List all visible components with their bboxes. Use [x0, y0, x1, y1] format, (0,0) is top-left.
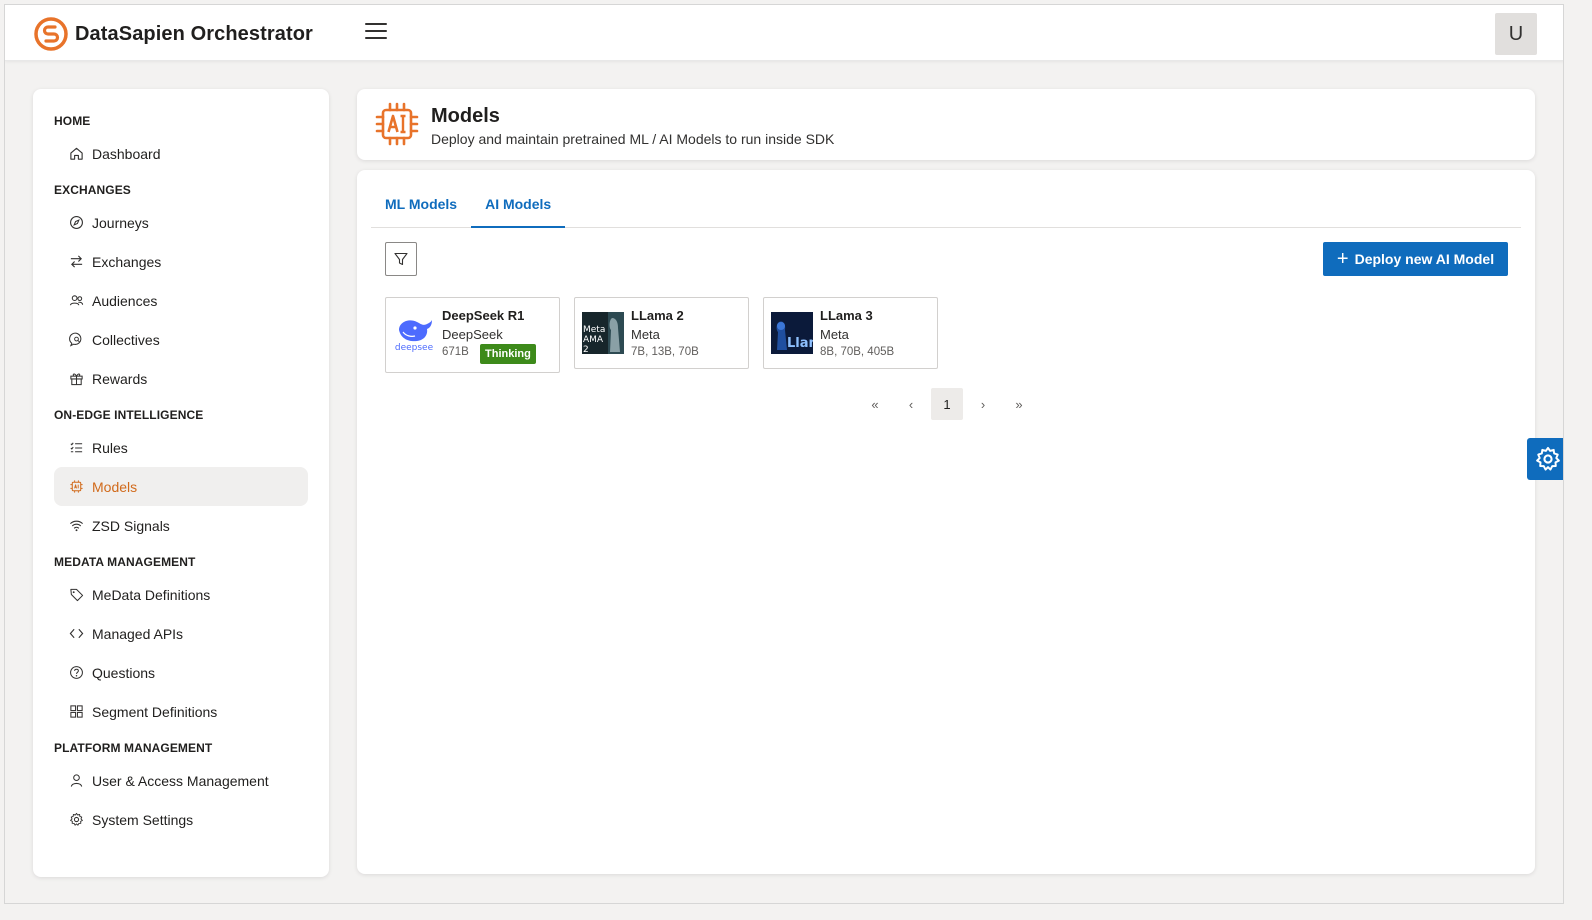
model-vendor: Meta	[820, 327, 849, 342]
sidebar-item-user-access-management[interactable]: User & Access Management	[54, 761, 308, 800]
avatar[interactable]: U	[1495, 13, 1537, 55]
page-header: Models Deploy and maintain pretrained ML…	[357, 89, 1535, 160]
sidebar-item-rules[interactable]: Rules	[54, 428, 308, 467]
tag-icon	[68, 587, 84, 603]
sidebar-section-on-edge-intelligence: ON-EDGE INTELLIGENCE	[54, 408, 204, 422]
chip-icon	[68, 479, 84, 495]
brand[interactable]: DataSapien Orchestrator	[33, 16, 313, 52]
sidebar-item-label: System Settings	[92, 811, 194, 828]
arrows-swap-icon	[68, 254, 84, 270]
sidebar-item-label: Journeys	[92, 214, 149, 231]
page-number-button[interactable]: 1	[931, 388, 963, 420]
sidebar-item-medata-definitions[interactable]: MeData Definitions	[54, 575, 308, 614]
sidebar-item-label: Models	[92, 478, 138, 495]
deploy-button-label: Deploy new AI Model	[1354, 251, 1495, 267]
model-name: DeepSeek R1	[442, 308, 525, 323]
models-panel: ML Models AI Models + Deploy new AI Mode…	[357, 170, 1535, 874]
floating-settings-button[interactable]	[1527, 438, 1563, 480]
sidebar-section-platform-management: PLATFORM MANAGEMENT	[54, 741, 213, 755]
sidebar: HOME Dashboard EXCHANGES Journeys Exchan…	[33, 89, 329, 877]
llama-3-thumbnail: Llam	[771, 312, 813, 354]
llama-3-thumb-text: Llam	[787, 336, 813, 351]
app-window: DataSapien Orchestrator U HOME Dashboard…	[4, 4, 1564, 904]
sidebar-item-label: Rewards	[92, 370, 148, 387]
last-page-button[interactable]: »	[1003, 388, 1035, 420]
sidebar-item-label: ZSD Signals	[92, 517, 170, 534]
sidebar-item-system-settings[interactable]: System Settings	[54, 800, 308, 839]
sidebar-item-label: Audiences	[92, 292, 158, 309]
model-sizes: 7B, 13B, 70B	[631, 346, 699, 358]
sidebar-item-label: Collectives	[92, 331, 160, 348]
sidebar-item-label: Rules	[92, 439, 128, 456]
home-icon	[68, 146, 84, 162]
model-vendor: DeepSeek	[442, 327, 503, 342]
gear-icon	[1536, 446, 1560, 471]
pagination: « ‹ 1 › »	[857, 388, 1037, 420]
deploy-ai-model-button[interactable]: + Deploy new AI Model	[1323, 242, 1508, 276]
model-tabs: ML Models AI Models	[371, 184, 1521, 228]
sidebar-section-home: HOME	[54, 114, 91, 128]
sidebar-item-zsd-signals[interactable]: ZSD Signals	[54, 506, 308, 545]
page-title: Models	[431, 105, 500, 127]
model-card-deepseek-r1[interactable]: deepsee DeepSeek R1 DeepSeek 671B Thinki…	[385, 297, 560, 373]
sidebar-section-medata-management: MEDATA MANAGEMENT	[54, 555, 196, 569]
model-card-list: deepsee DeepSeek R1 DeepSeek 671B Thinki…	[385, 297, 952, 373]
deepseek-logo: deepsee	[393, 312, 435, 354]
sidebar-item-exchanges[interactable]: Exchanges	[54, 242, 308, 281]
llama-2-thumbnail: Meta AMA 2	[582, 312, 624, 354]
sidebar-item-label: Exchanges	[92, 253, 162, 270]
menu-toggle-icon[interactable]	[365, 23, 387, 41]
sidebar-item-rewards[interactable]: Rewards	[54, 359, 308, 398]
code-icon	[68, 626, 84, 642]
sidebar-item-questions[interactable]: Questions	[54, 653, 308, 692]
chat-search-icon	[68, 332, 84, 348]
sidebar-item-label: Managed APIs	[92, 625, 184, 642]
person-icon	[68, 773, 84, 789]
sidebar-item-segment-definitions[interactable]: Segment Definitions	[54, 692, 308, 731]
sidebar-item-label: Segment Definitions	[92, 703, 218, 720]
first-page-button[interactable]: «	[859, 388, 891, 420]
model-name: LLama 3	[820, 308, 873, 323]
sidebar-item-dashboard[interactable]: Dashboard	[54, 134, 308, 173]
model-sizes: 8B, 70B, 405B	[820, 346, 895, 358]
wifi-icon	[68, 518, 84, 534]
model-card-llama-3[interactable]: Llam LLama 3 Meta 8B, 70B, 405B	[763, 297, 938, 369]
llama-2-thumb-text: Meta AMA 2	[583, 325, 606, 354]
model-sizes: 671B	[442, 346, 469, 358]
sidebar-item-models[interactable]: Models	[54, 467, 308, 506]
plus-icon: +	[1336, 248, 1349, 270]
gear-icon	[68, 812, 84, 828]
sidebar-item-audiences[interactable]: Audiences	[54, 281, 308, 320]
top-bar: DataSapien Orchestrator U	[5, 5, 1563, 61]
sidebar-item-managed-apis[interactable]: Managed APIs	[54, 614, 308, 653]
people-icon	[68, 293, 84, 309]
tab-ml-models[interactable]: ML Models	[371, 184, 471, 228]
model-vendor: Meta	[631, 327, 660, 342]
sidebar-item-label: Dashboard	[92, 145, 161, 162]
datasapien-logo-icon	[34, 17, 68, 51]
compass-icon	[68, 215, 84, 231]
ai-chip-icon	[375, 102, 419, 146]
thinking-badge: Thinking	[480, 344, 536, 364]
model-card-llama-2[interactable]: Meta AMA 2 LLama 2 Meta 7B, 13B, 70B	[574, 297, 749, 369]
sidebar-section-exchanges: EXCHANGES	[54, 183, 131, 197]
model-name: LLama 2	[631, 308, 684, 323]
sidebar-item-collectives[interactable]: Collectives	[54, 320, 308, 359]
deepseek-logo-text: deepsee	[394, 343, 434, 353]
sidebar-item-label: MeData Definitions	[92, 586, 211, 603]
previous-page-button[interactable]: ‹	[895, 388, 927, 420]
list-check-icon	[68, 440, 84, 456]
grid-icon	[68, 704, 84, 720]
next-page-button[interactable]: ›	[967, 388, 999, 420]
page-subtitle: Deploy and maintain pretrained ML / AI M…	[431, 131, 835, 147]
sidebar-item-label: User & Access Management	[92, 772, 269, 789]
filter-icon	[394, 252, 408, 266]
gift-icon	[68, 371, 84, 387]
app-title: DataSapien Orchestrator	[75, 22, 313, 45]
tab-ai-models[interactable]: AI Models	[471, 184, 566, 228]
sidebar-item-journeys[interactable]: Journeys	[54, 203, 308, 242]
question-circle-icon	[68, 665, 84, 681]
sidebar-item-label: Questions	[92, 664, 156, 681]
filter-button[interactable]	[385, 242, 417, 276]
